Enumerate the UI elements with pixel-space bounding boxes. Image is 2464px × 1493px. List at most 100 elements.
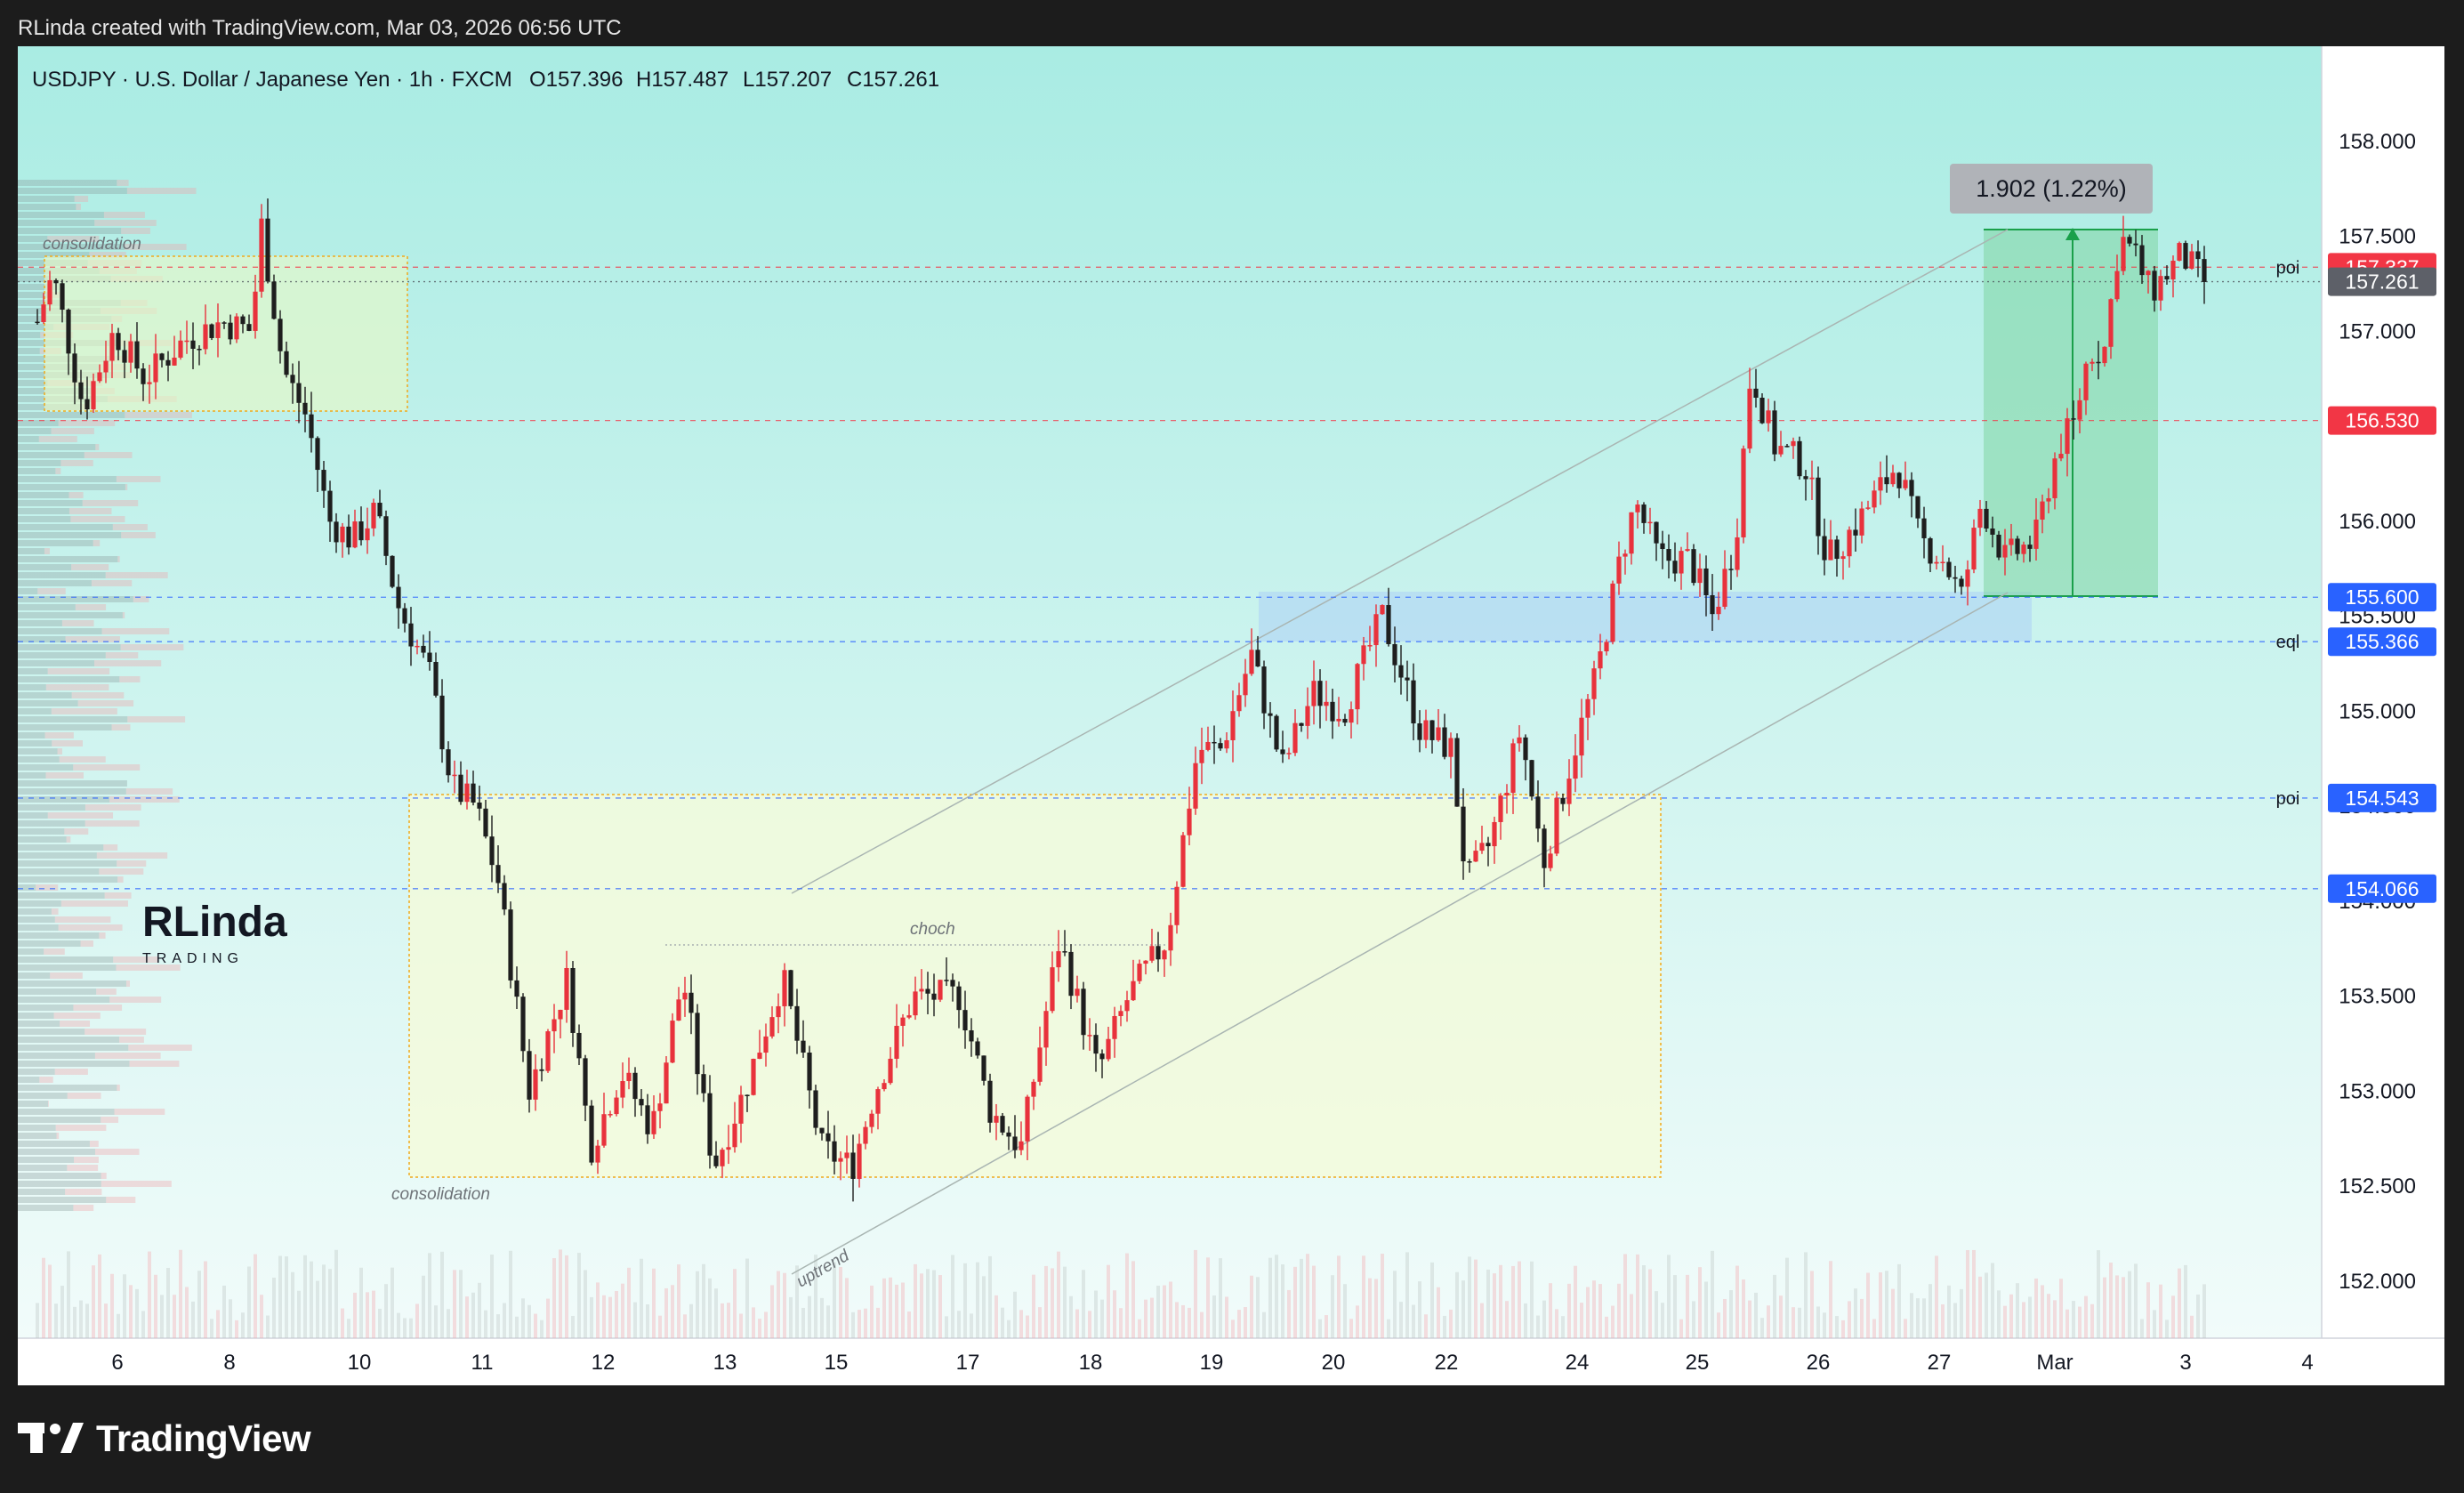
volume-bar (222, 1285, 226, 1338)
candle-body (1156, 946, 1161, 960)
candle-body (2139, 245, 2145, 276)
volume-bar (1032, 1274, 1035, 1338)
candle-body (763, 1036, 769, 1053)
candle-body (1180, 835, 1186, 887)
volume-bar (1443, 1315, 1446, 1338)
candle-body (639, 1099, 644, 1106)
candle-body (1075, 989, 1080, 997)
candle-body (2083, 363, 2089, 400)
candle-body (1996, 534, 2001, 558)
candle-body (1386, 605, 1391, 644)
volume-bar (1256, 1277, 1260, 1338)
volume-bar (2009, 1294, 2013, 1338)
consolidation-zone-top[interactable] (44, 255, 408, 412)
volume-profile-bar (18, 652, 106, 658)
candle-body (246, 324, 252, 331)
volume-bar (627, 1267, 631, 1338)
candle-body (1654, 521, 1659, 544)
volume-bar (808, 1295, 811, 1338)
volume-bar (1960, 1288, 1963, 1338)
candle-body (1461, 806, 1466, 862)
volume-bar (1922, 1298, 1926, 1338)
time-tick-label: 3 (2179, 1351, 2191, 1375)
volume-profile-bar (36, 884, 59, 891)
volume-bar (1829, 1261, 1832, 1338)
volume-bar (1941, 1303, 1945, 1338)
candle-body (1187, 808, 1192, 835)
candle-body (520, 997, 526, 1052)
volume-bar (1181, 1304, 1185, 1338)
candle-body (439, 695, 445, 750)
candle-body (1280, 749, 1285, 755)
volume-bar (976, 1262, 979, 1338)
volume-bar (1785, 1257, 1789, 1338)
candle-body (670, 1021, 675, 1063)
price-chart[interactable]: choch consolidation consolidation uptren… (18, 46, 2444, 1385)
volume-bar (1374, 1279, 1378, 1338)
candle-body (1747, 388, 1752, 449)
volume-bar (590, 1296, 593, 1338)
volume-bar (1798, 1307, 1801, 1338)
volume-profile-bar (18, 220, 95, 226)
volume-profile-bar (18, 692, 72, 698)
volume-bar (179, 1249, 182, 1338)
candle-body (1218, 743, 1223, 749)
volume-profile-bar (18, 1125, 56, 1131)
candle-body (1268, 713, 1273, 716)
candle-body (1510, 743, 1516, 794)
candle-body (209, 324, 214, 338)
volume-bar (1144, 1299, 1147, 1338)
volume-bar (359, 1267, 363, 1338)
candle-body (614, 1097, 619, 1115)
volume-bar (1580, 1303, 1583, 1338)
candle-body (1822, 536, 1827, 561)
volume-bar (1069, 1295, 1073, 1338)
chart-panel[interactable]: choch consolidation consolidation uptren… (18, 46, 2444, 1385)
volume-profile-bar (18, 716, 128, 722)
candle-body (1429, 720, 1435, 740)
volume-profile-bar (18, 548, 44, 554)
volume-profile-bar (18, 1133, 57, 1139)
volume-profile-bar (105, 652, 139, 658)
volume-bar (2090, 1303, 2094, 1338)
volume-bar (1318, 1319, 1322, 1338)
volume-profile-bar (18, 844, 104, 851)
volume-profile-bar (71, 692, 125, 698)
candle-body (1398, 665, 1404, 678)
symbol-header[interactable]: USDJPY · U.S. Dollar / Japanese Yen · 1h… (32, 68, 939, 92)
candle-body (290, 375, 295, 383)
volume-bar (129, 1285, 133, 1338)
volume-profile-bar (18, 524, 113, 530)
volume-bar (1281, 1264, 1284, 1338)
candle-body (97, 372, 102, 382)
volume-bar (1704, 1281, 1708, 1338)
candle-body (265, 218, 270, 282)
volume-profile-bar (114, 1109, 165, 1115)
volume-profile-bar (18, 660, 94, 666)
volume-bar (366, 1292, 369, 1338)
candle-body (53, 279, 59, 284)
time-tick-label: 13 (713, 1351, 737, 1375)
volume-profile-bar (18, 540, 93, 546)
candle-body (184, 340, 189, 343)
volume-bar (994, 1295, 998, 1338)
tradingview-brand[interactable]: TradingView (18, 1416, 311, 1461)
rlinda-logo-text: RLinda (142, 899, 287, 946)
volume-bar (1026, 1315, 1029, 1338)
volume-profile-bar (18, 348, 40, 354)
volume-bar (1997, 1290, 2001, 1338)
volume-profile-bar (18, 788, 126, 795)
volume-bar (1947, 1285, 1951, 1338)
volume-bar (1916, 1298, 1920, 1338)
candle-body (1000, 1116, 1005, 1133)
volume-bar (1823, 1312, 1826, 1338)
candle-body (1093, 1035, 1099, 1054)
consolidation-zone-bottom[interactable] (408, 794, 1662, 1178)
volume-bar (1013, 1291, 1017, 1338)
volume-profile-bar (99, 868, 144, 875)
volume-bar (1910, 1293, 1913, 1338)
volume-bar (229, 1299, 232, 1338)
candle-body (1292, 722, 1298, 754)
volume-bar (1561, 1316, 1565, 1338)
volume-profile-bar (18, 484, 125, 490)
